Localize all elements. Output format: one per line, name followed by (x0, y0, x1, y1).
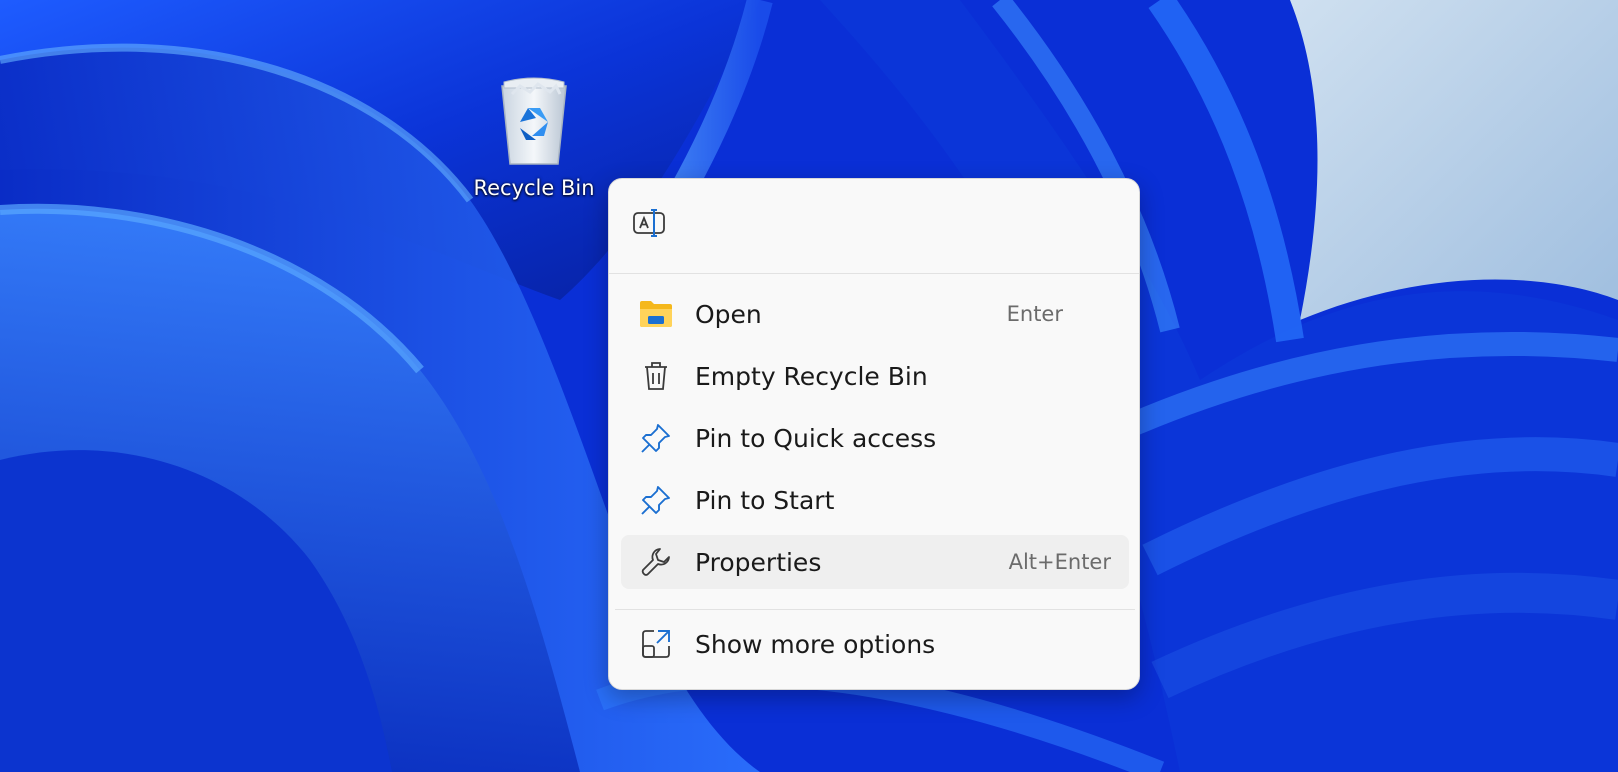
menu-item-empty-recycle-bin[interactable]: Empty Recycle Bin (621, 349, 1129, 403)
menu-item-pin-to-start[interactable]: Pin to Start (621, 473, 1129, 527)
menu-item-properties[interactable]: Properties Alt+Enter (621, 535, 1129, 589)
menu-separator (615, 609, 1135, 610)
menu-item-label: Show more options (695, 629, 936, 659)
rename-icon (633, 209, 665, 237)
wrench-icon (639, 546, 673, 578)
recycle-bin-label: Recycle Bin (473, 176, 595, 200)
context-menu: Open Enter Empty Recycle Bin Pin to Quic… (608, 178, 1140, 690)
pin-icon (639, 484, 673, 516)
context-menu-top-actions (609, 179, 1139, 273)
menu-item-label: Properties (695, 547, 822, 577)
folder-icon (639, 298, 673, 330)
menu-item-shortcut: Enter (1006, 302, 1063, 326)
menu-item-show-more-options[interactable]: Show more options (621, 617, 1129, 671)
recycle-bin-icon (501, 77, 567, 165)
menu-item-label: Pin to Start (695, 485, 835, 515)
pin-icon (639, 422, 673, 454)
desktop[interactable]: Recycle Bin Open Enter Empty Recycle Bin… (0, 0, 1618, 772)
menu-item-pin-to-quick-access[interactable]: Pin to Quick access (621, 411, 1129, 465)
menu-item-label: Open (695, 299, 762, 329)
menu-item-label: Pin to Quick access (695, 423, 937, 453)
recycle-bin-desktop-icon[interactable]: Recycle Bin (470, 76, 598, 200)
rename-button[interactable] (623, 197, 675, 249)
trash-icon (639, 360, 673, 392)
menu-item-label: Empty Recycle Bin (695, 361, 928, 391)
menu-item-shortcut: Alt+Enter (1008, 550, 1111, 574)
menu-item-open[interactable]: Open Enter (621, 287, 1129, 341)
expand-icon (639, 628, 673, 660)
menu-separator (609, 273, 1139, 274)
